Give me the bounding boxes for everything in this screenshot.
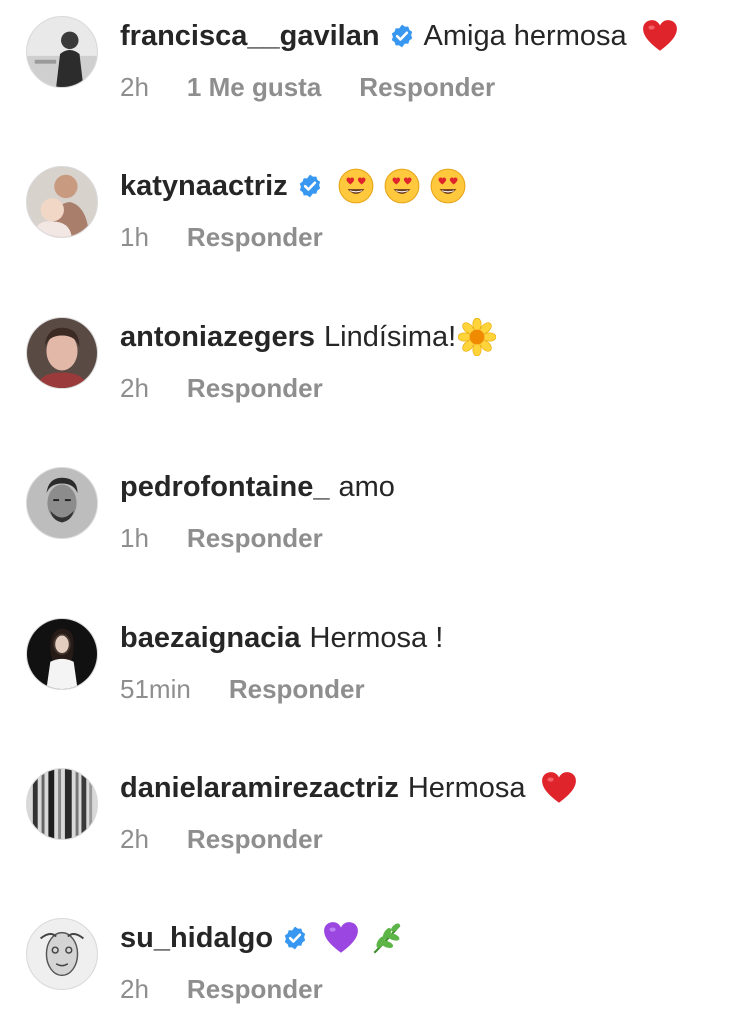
avatar[interactable] [26,467,98,539]
reply-button[interactable]: Responder [359,67,495,107]
comment-username[interactable]: francisca__gavilan [120,16,380,56]
comment-item: danielaramirezactriz Hermosa 2h Responde… [0,768,748,878]
comment-item: su_hidalgo 2h Responder [0,918,748,1028]
comment-timestamp: 2h [120,72,149,102]
sunflower-emoji-icon [458,318,497,356]
likes-count-button[interactable]: 1 Me gusta [187,67,321,107]
avatar[interactable] [26,16,98,88]
comment-item: antoniazegers Lindísima! 2h Responder [0,317,748,427]
herb-emoji-icon [368,919,406,957]
comment-timestamp: 2h [120,373,149,403]
heart-eyes-emoji-icon [337,167,375,205]
avatar[interactable] [26,317,98,389]
red-heart-emoji-icon [641,17,679,55]
reply-button[interactable]: Responder [187,368,323,408]
avatar-image [27,769,97,839]
comment-timestamp: 1h [120,222,149,252]
avatar[interactable] [26,918,98,990]
comment-timestamp: 2h [120,824,149,854]
verified-badge-icon [282,925,308,951]
avatar-image [27,619,97,689]
comment-item: francisca__gavilan Amiga hermosa 2h 1 Me… [0,16,748,126]
comment-text: Lindísima! [324,321,457,353]
avatar[interactable] [26,166,98,238]
avatar-image [27,17,97,87]
comment-text: Amiga hermosa [423,20,627,52]
verified-badge-icon [389,23,415,49]
avatar-image [27,468,97,538]
avatar-image [27,318,97,388]
comment-item: pedrofontaine_ amo 1h Responder [0,467,748,577]
reply-button[interactable]: Responder [187,969,323,1009]
comment-username[interactable]: katynaactriz [120,166,288,206]
comment-username[interactable]: danielaramirezactriz [120,768,399,808]
red-heart-emoji-icon [540,769,578,807]
heart-eyes-emoji-icon [429,167,467,205]
comment-item: katynaactriz 1h Responder [0,166,748,276]
avatar-image [27,167,97,237]
reply-button[interactable]: Responder [187,518,323,558]
heart-eyes-emoji-icon [383,167,421,205]
comment-text: Hermosa [407,772,526,804]
reply-button[interactable]: Responder [229,669,365,709]
avatar-image [27,919,97,989]
reply-button[interactable]: Responder [187,819,323,859]
avatar[interactable] [26,618,98,690]
comments-list: francisca__gavilan Amiga hermosa 2h 1 Me… [0,0,748,1024]
comment-username[interactable]: su_hidalgo [120,918,273,958]
comment-timestamp: 51min [120,674,191,704]
verified-badge-icon [297,173,323,199]
comment-text: amo [338,471,395,503]
comment-username[interactable]: baezaignacia [120,618,301,658]
comment-text: Hermosa ! [309,622,444,654]
comment-username[interactable]: antoniazegers [120,317,315,357]
avatar[interactable] [26,768,98,840]
comment-username[interactable]: pedrofontaine_ [120,467,329,507]
reply-button[interactable]: Responder [187,217,323,257]
comment-item: baezaignacia Hermosa ! 51min Responder [0,618,748,728]
comment-timestamp: 2h [120,974,149,1004]
comment-timestamp: 1h [120,523,149,553]
purple-heart-emoji-icon [322,919,360,957]
